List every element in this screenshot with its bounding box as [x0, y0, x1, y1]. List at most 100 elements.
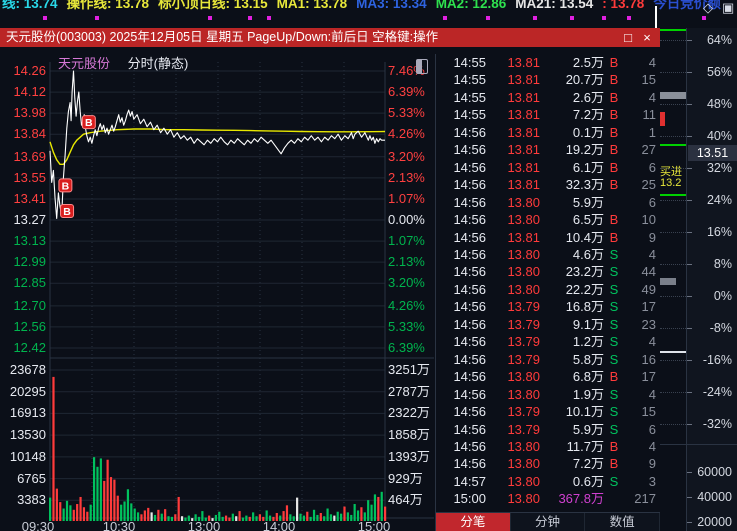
percent-axis-label: 4.26% — [388, 297, 425, 313]
tape-volume: 23.2万 — [565, 264, 604, 280]
tape-row: 14:56 13.79 16.8万 S 17 — [436, 298, 660, 315]
price-axis-label: 13.13 — [13, 233, 46, 249]
tape-count: 25 — [641, 177, 656, 193]
tape-row: 14:55 13.81 7.2万 B 11 — [436, 106, 660, 123]
bottom-tabs: 分笔 分钟 数值 — [435, 512, 661, 531]
percent-axis-label: 2.13% — [388, 254, 425, 270]
tape-volume: 22.2万 — [565, 281, 604, 297]
tape-count: 23 — [641, 316, 656, 332]
amount-axis-label: 1858万 — [388, 427, 430, 443]
tape-time: 14:56 — [453, 369, 486, 385]
time-axis-label: 10:30 — [102, 519, 136, 531]
tape-count: 27 — [641, 142, 656, 158]
tape-count: 10 — [641, 212, 656, 228]
bg-volume-label: 60000 — [697, 465, 732, 479]
tape-row: 14:56 13.79 9.1万 S 23 — [436, 316, 660, 333]
tape-volume: 2.6万 — [572, 89, 604, 105]
bg-percent-label: 64% — [706, 33, 732, 47]
tape-direction — [604, 194, 624, 211]
bg-red-candle — [660, 112, 665, 126]
tape-volume: 11.7万 — [566, 438, 604, 454]
price-axis-label: 13.55 — [13, 169, 46, 185]
tape-count: 4 — [648, 438, 656, 454]
panel-toggle-icon[interactable]: ▣ — [722, 1, 734, 14]
tape-time: 14:56 — [453, 404, 486, 420]
percent-axis-label: 3.20% — [388, 148, 425, 164]
tape-row: 14:55 13.81 2.5万 B 4 — [436, 54, 660, 71]
tape-volume: 16.8万 — [565, 299, 604, 315]
price-axis-label: 13.41 — [13, 190, 46, 206]
tape-time: 14:55 — [453, 55, 486, 70]
tape-price: 13.80 — [507, 264, 540, 280]
tab-分笔[interactable]: 分笔 — [436, 513, 511, 531]
tape-volume: 20.7万 — [565, 72, 604, 88]
tape-direction: B — [609, 142, 619, 158]
tape-price: 13.81 — [507, 177, 540, 193]
tape-row: 14:56 13.81 6.1万 B 6 — [436, 159, 660, 176]
tape-price: 13.81 — [507, 229, 540, 245]
tape-price: 13.81 — [507, 142, 540, 158]
tape-count: 4 — [648, 246, 656, 262]
tape-count: 4 — [648, 386, 656, 402]
bg-percent-label: -32% — [702, 417, 732, 431]
favorite-diamond-icon[interactable]: ◇ — [703, 1, 713, 14]
svg-text:B: B — [85, 117, 93, 129]
window-titlebar[interactable]: 天元股份(003003) 2025年12月05日 星期五 PageUp/Down… — [0, 28, 660, 47]
tape-direction: S — [609, 421, 619, 437]
tape-time: 14:57 — [453, 473, 486, 489]
tape-row: 14:56 13.81 0.1万 B 1 — [436, 124, 660, 141]
tape-direction: S — [609, 281, 619, 297]
time-axis-label: 15:00 — [357, 519, 391, 531]
tape-row: 14:56 13.81 19.2万 B 27 — [436, 141, 660, 158]
indicator-value: MA2: 12.86 — [435, 0, 507, 11]
tape-direction — [604, 490, 624, 507]
tab-分钟[interactable]: 分钟 — [510, 513, 586, 531]
amount-axis-label: 2787万 — [388, 383, 430, 399]
tape-price: 13.79 — [507, 316, 540, 332]
tape-price: 13.79 — [507, 334, 540, 350]
tape-time: 14:56 — [453, 229, 486, 245]
tape-count: 4 — [648, 89, 656, 105]
tape-row: 14:55 13.81 20.7万 B 15 — [436, 71, 660, 88]
volume-axis-label: 10148 — [9, 448, 46, 464]
percent-axis-label: 1.07% — [388, 233, 425, 249]
intraday-chart: B B B — [49, 62, 434, 521]
percent-axis-label: 5.33% — [388, 318, 425, 334]
background-right-axis: 13.51 64% 56% 48% 40% 32% 24% 16% 8% 0% -8% -16% -2… — [686, 28, 737, 531]
tape-volume: 5.9万 — [572, 194, 604, 210]
tape-direction: S — [609, 473, 619, 489]
tape-row: 14:56 13.80 4.6万 S 4 — [436, 246, 660, 263]
tape-direction: B — [609, 89, 619, 105]
tape-time: 14:56 — [453, 194, 486, 210]
tape-row: 14:56 13.80 11.7万 B 4 — [436, 438, 660, 455]
tape-direction: B — [609, 55, 619, 70]
volume-axis-label: 6765 — [17, 470, 46, 486]
tape-time: 14:56 — [453, 246, 486, 262]
svg-text:B: B — [63, 206, 71, 218]
tape-price: 13.81 — [507, 55, 540, 70]
tab-数值[interactable]: 数值 — [585, 513, 661, 531]
volume-axis-label: 20295 — [9, 383, 46, 399]
time-and-sales-panel: 14:55 13.81 2.5万 B 4 14:55 13.81 20.7万 B 15 14:55 1… — [435, 54, 660, 512]
tape-count: 9 — [648, 229, 656, 245]
tape-row: 14:56 13.80 23.2万 S 44 — [436, 263, 660, 280]
bg-percent-label: 32% — [706, 161, 732, 175]
chart-header: 天元股份 分时(静态) — [58, 53, 188, 72]
tape-time: 14:56 — [453, 142, 486, 158]
tape-row: 14:56 13.79 10.1万 S 15 — [436, 403, 660, 420]
percent-axis-label: 5.33% — [388, 105, 425, 121]
price-axis-label: 13.84 — [13, 126, 46, 142]
tape-row: 14:56 13.80 1.9万 S 4 — [436, 386, 660, 403]
price-axis-label: 14.12 — [13, 84, 46, 100]
panel-switch-icon[interactable] — [416, 59, 428, 74]
price-axis-label: 12.85 — [13, 275, 46, 291]
magenta-dot — [443, 16, 447, 20]
amount-axis-label: 1393万 — [388, 448, 430, 464]
tape-volume: 7.2万 — [572, 107, 604, 123]
tape-time: 14:56 — [453, 212, 486, 228]
tape-price: 13.79 — [507, 404, 540, 420]
maximize-button[interactable]: □ — [620, 28, 636, 47]
price-axis-label: 13.27 — [13, 212, 46, 228]
close-button[interactable]: × — [639, 28, 655, 47]
tape-row: 14:56 13.80 6.8万 B 17 — [436, 368, 660, 385]
